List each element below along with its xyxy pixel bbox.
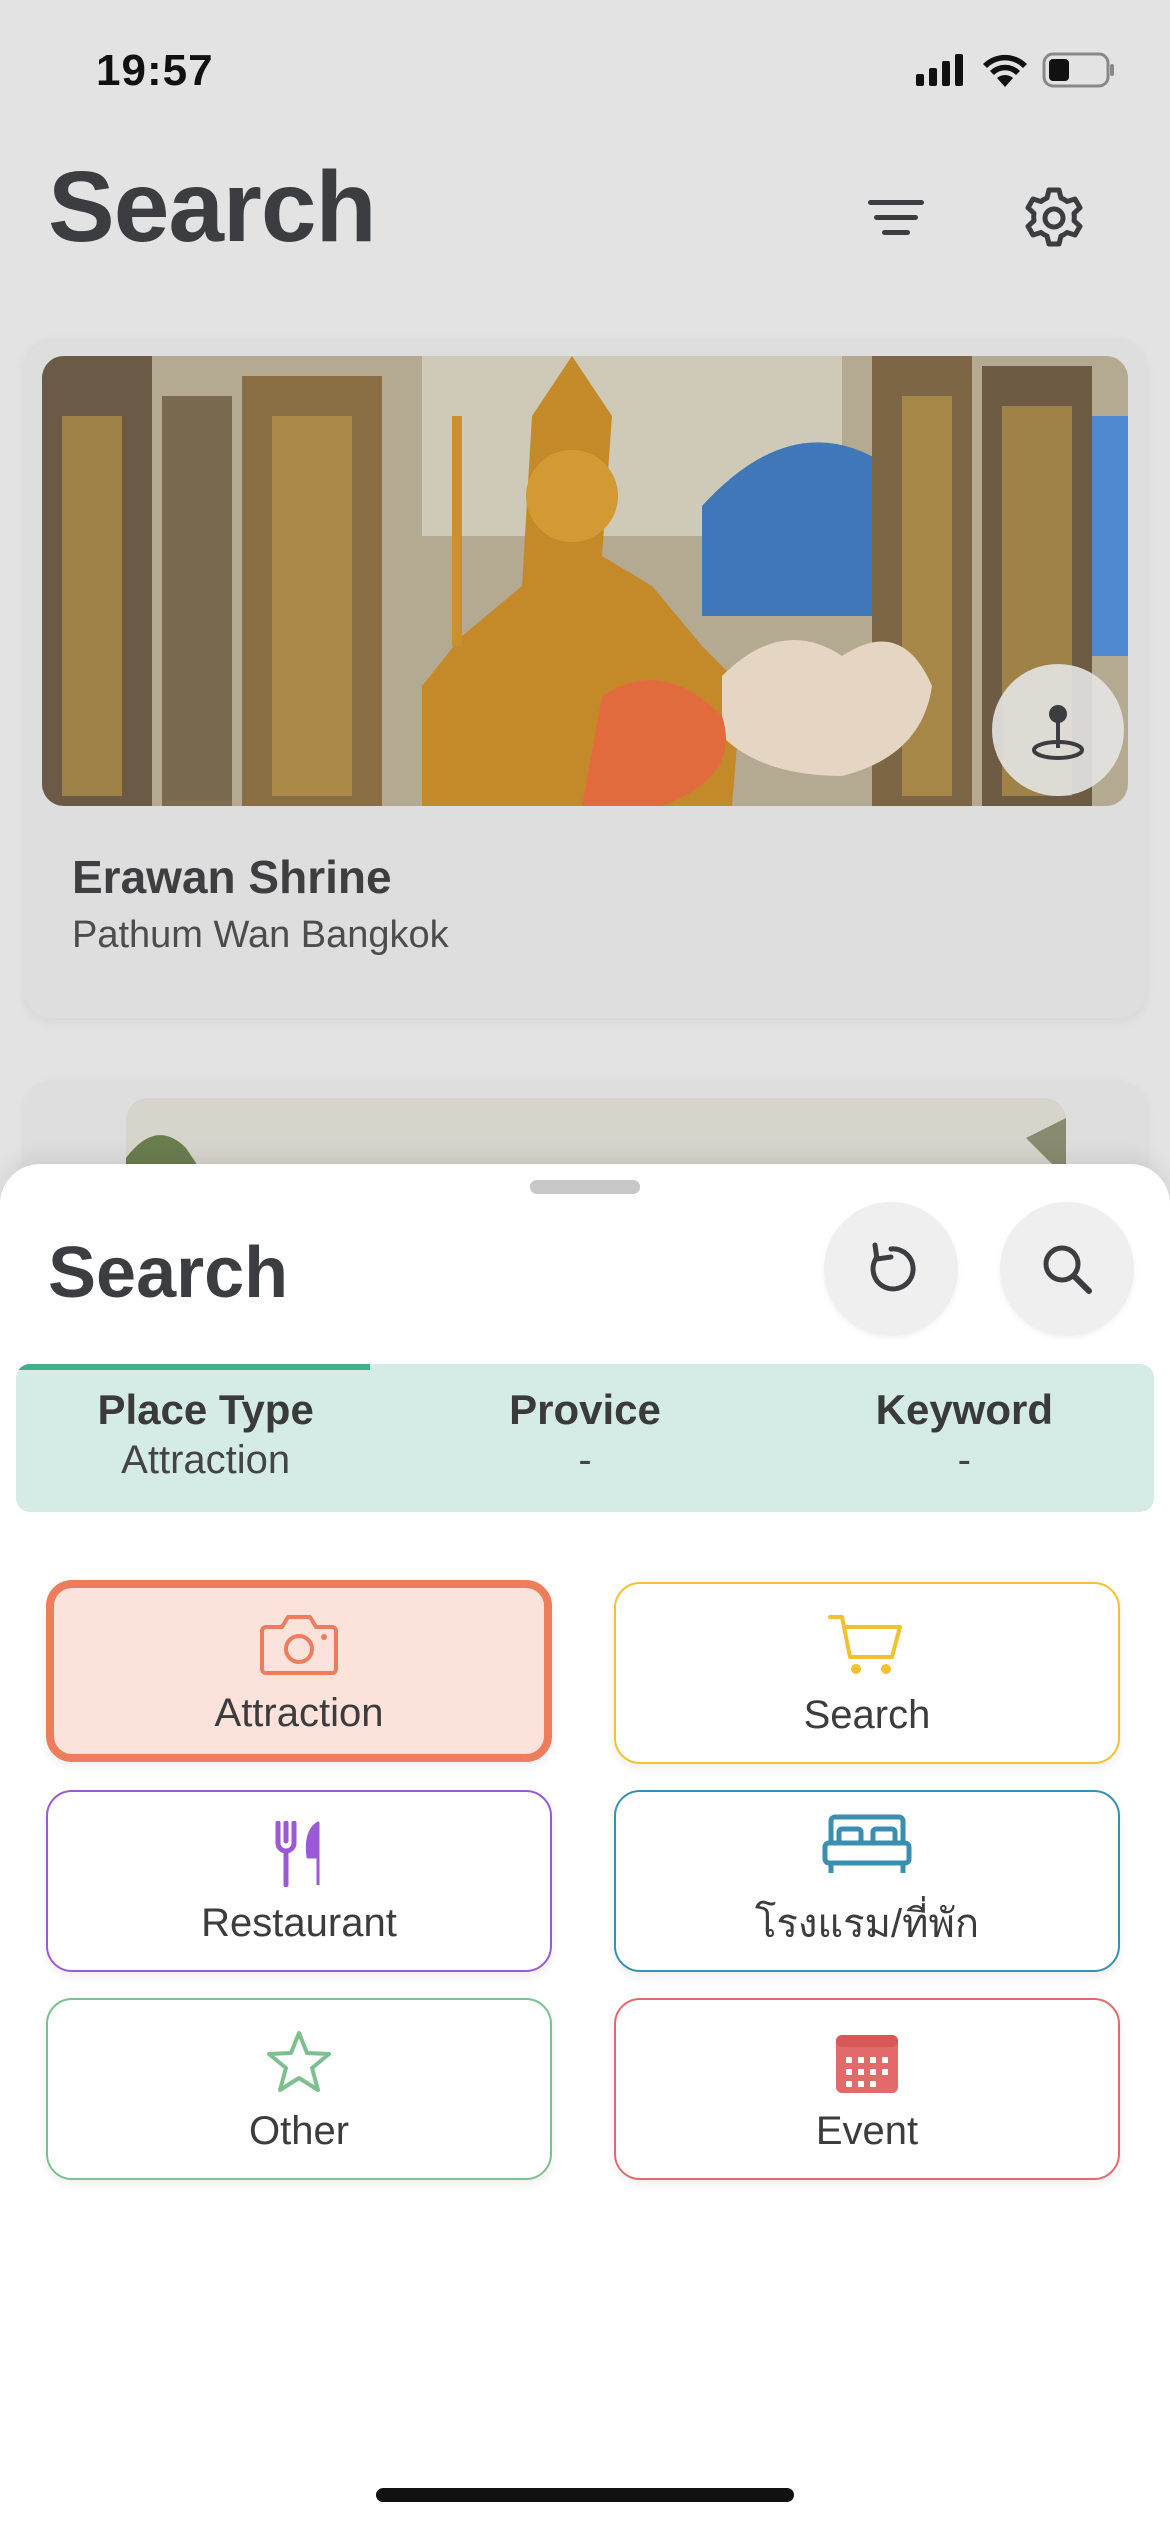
cart-icon bbox=[828, 1614, 902, 1674]
place-title: Erawan Shrine bbox=[72, 851, 392, 903]
cellular-signal-icon bbox=[916, 54, 963, 86]
tab-value: - bbox=[957, 1438, 971, 1482]
sheet-grabber[interactable] bbox=[530, 1180, 640, 1194]
place-type-label: Attraction bbox=[214, 1690, 384, 1735]
map-pin-button[interactable] bbox=[992, 664, 1124, 796]
star-icon bbox=[267, 2030, 331, 2092]
place-type-shopping[interactable]: Search bbox=[614, 1582, 1120, 1764]
place-type-event[interactable]: Event bbox=[614, 1998, 1120, 2180]
reset-button[interactable] bbox=[824, 1202, 958, 1336]
search-button[interactable] bbox=[1000, 1202, 1134, 1336]
place-type-hotel[interactable]: โรงแรม/ที่พัก bbox=[614, 1790, 1120, 1972]
calendar-icon bbox=[836, 2034, 898, 2093]
place-type-restaurant[interactable]: Restaurant bbox=[46, 1790, 552, 1972]
bed-icon bbox=[822, 1814, 912, 1873]
place-type-label: โรงแรม/ที่พัก bbox=[754, 1902, 980, 1946]
reset-icon bbox=[870, 1242, 916, 1292]
place-card[interactable]: Erawan Shrine Pathum Wan Bangkok bbox=[24, 338, 1146, 1018]
search-icon bbox=[1043, 1245, 1092, 1294]
camera-icon bbox=[260, 1614, 338, 1675]
place-type-attraction[interactable]: Attraction bbox=[46, 1580, 552, 1762]
tab-label: Place Type bbox=[97, 1386, 314, 1433]
place-type-label: Event bbox=[815, 2108, 919, 2153]
wifi-icon bbox=[983, 54, 1027, 87]
place-type-label: Other bbox=[248, 2108, 350, 2153]
home-indicator[interactable] bbox=[376, 2488, 794, 2502]
battery-icon bbox=[1042, 52, 1114, 88]
tab-province[interactable]: Provice - bbox=[395, 1364, 774, 1512]
tab-keyword[interactable]: Keyword - bbox=[775, 1364, 1154, 1512]
status-time: 19:57 bbox=[96, 46, 214, 95]
map-pin-icon bbox=[1032, 705, 1084, 760]
filter-button[interactable] bbox=[854, 176, 938, 260]
tab-label: Keyword bbox=[875, 1386, 1053, 1433]
place-type-other[interactable]: Other bbox=[46, 1998, 552, 2180]
sheet-title: Search bbox=[48, 1233, 289, 1313]
search-sheet: Search Place Type Attraction Provice - K… bbox=[0, 1164, 1170, 2532]
tab-value: - bbox=[578, 1438, 592, 1482]
status-bar: 19:57 bbox=[0, 0, 1170, 140]
tab-value: Attraction bbox=[121, 1438, 291, 1482]
utensils-icon bbox=[275, 1820, 320, 1887]
place-type-label: Restaurant bbox=[201, 1900, 397, 1945]
tab-label: Provice bbox=[509, 1386, 661, 1433]
gear-icon bbox=[1025, 187, 1083, 247]
tab-place-type[interactable]: Place Type Attraction bbox=[16, 1364, 395, 1512]
search-tabs: Place Type Attraction Provice - Keyword … bbox=[16, 1364, 1154, 1512]
settings-button[interactable] bbox=[1012, 176, 1096, 260]
place-image bbox=[42, 356, 1128, 806]
place-location: Pathum Wan Bangkok bbox=[72, 914, 449, 956]
filter-lines-icon bbox=[868, 200, 924, 235]
page-title: Search bbox=[48, 151, 377, 263]
place-type-label: Search bbox=[803, 1692, 931, 1737]
status-icons bbox=[916, 52, 1116, 88]
